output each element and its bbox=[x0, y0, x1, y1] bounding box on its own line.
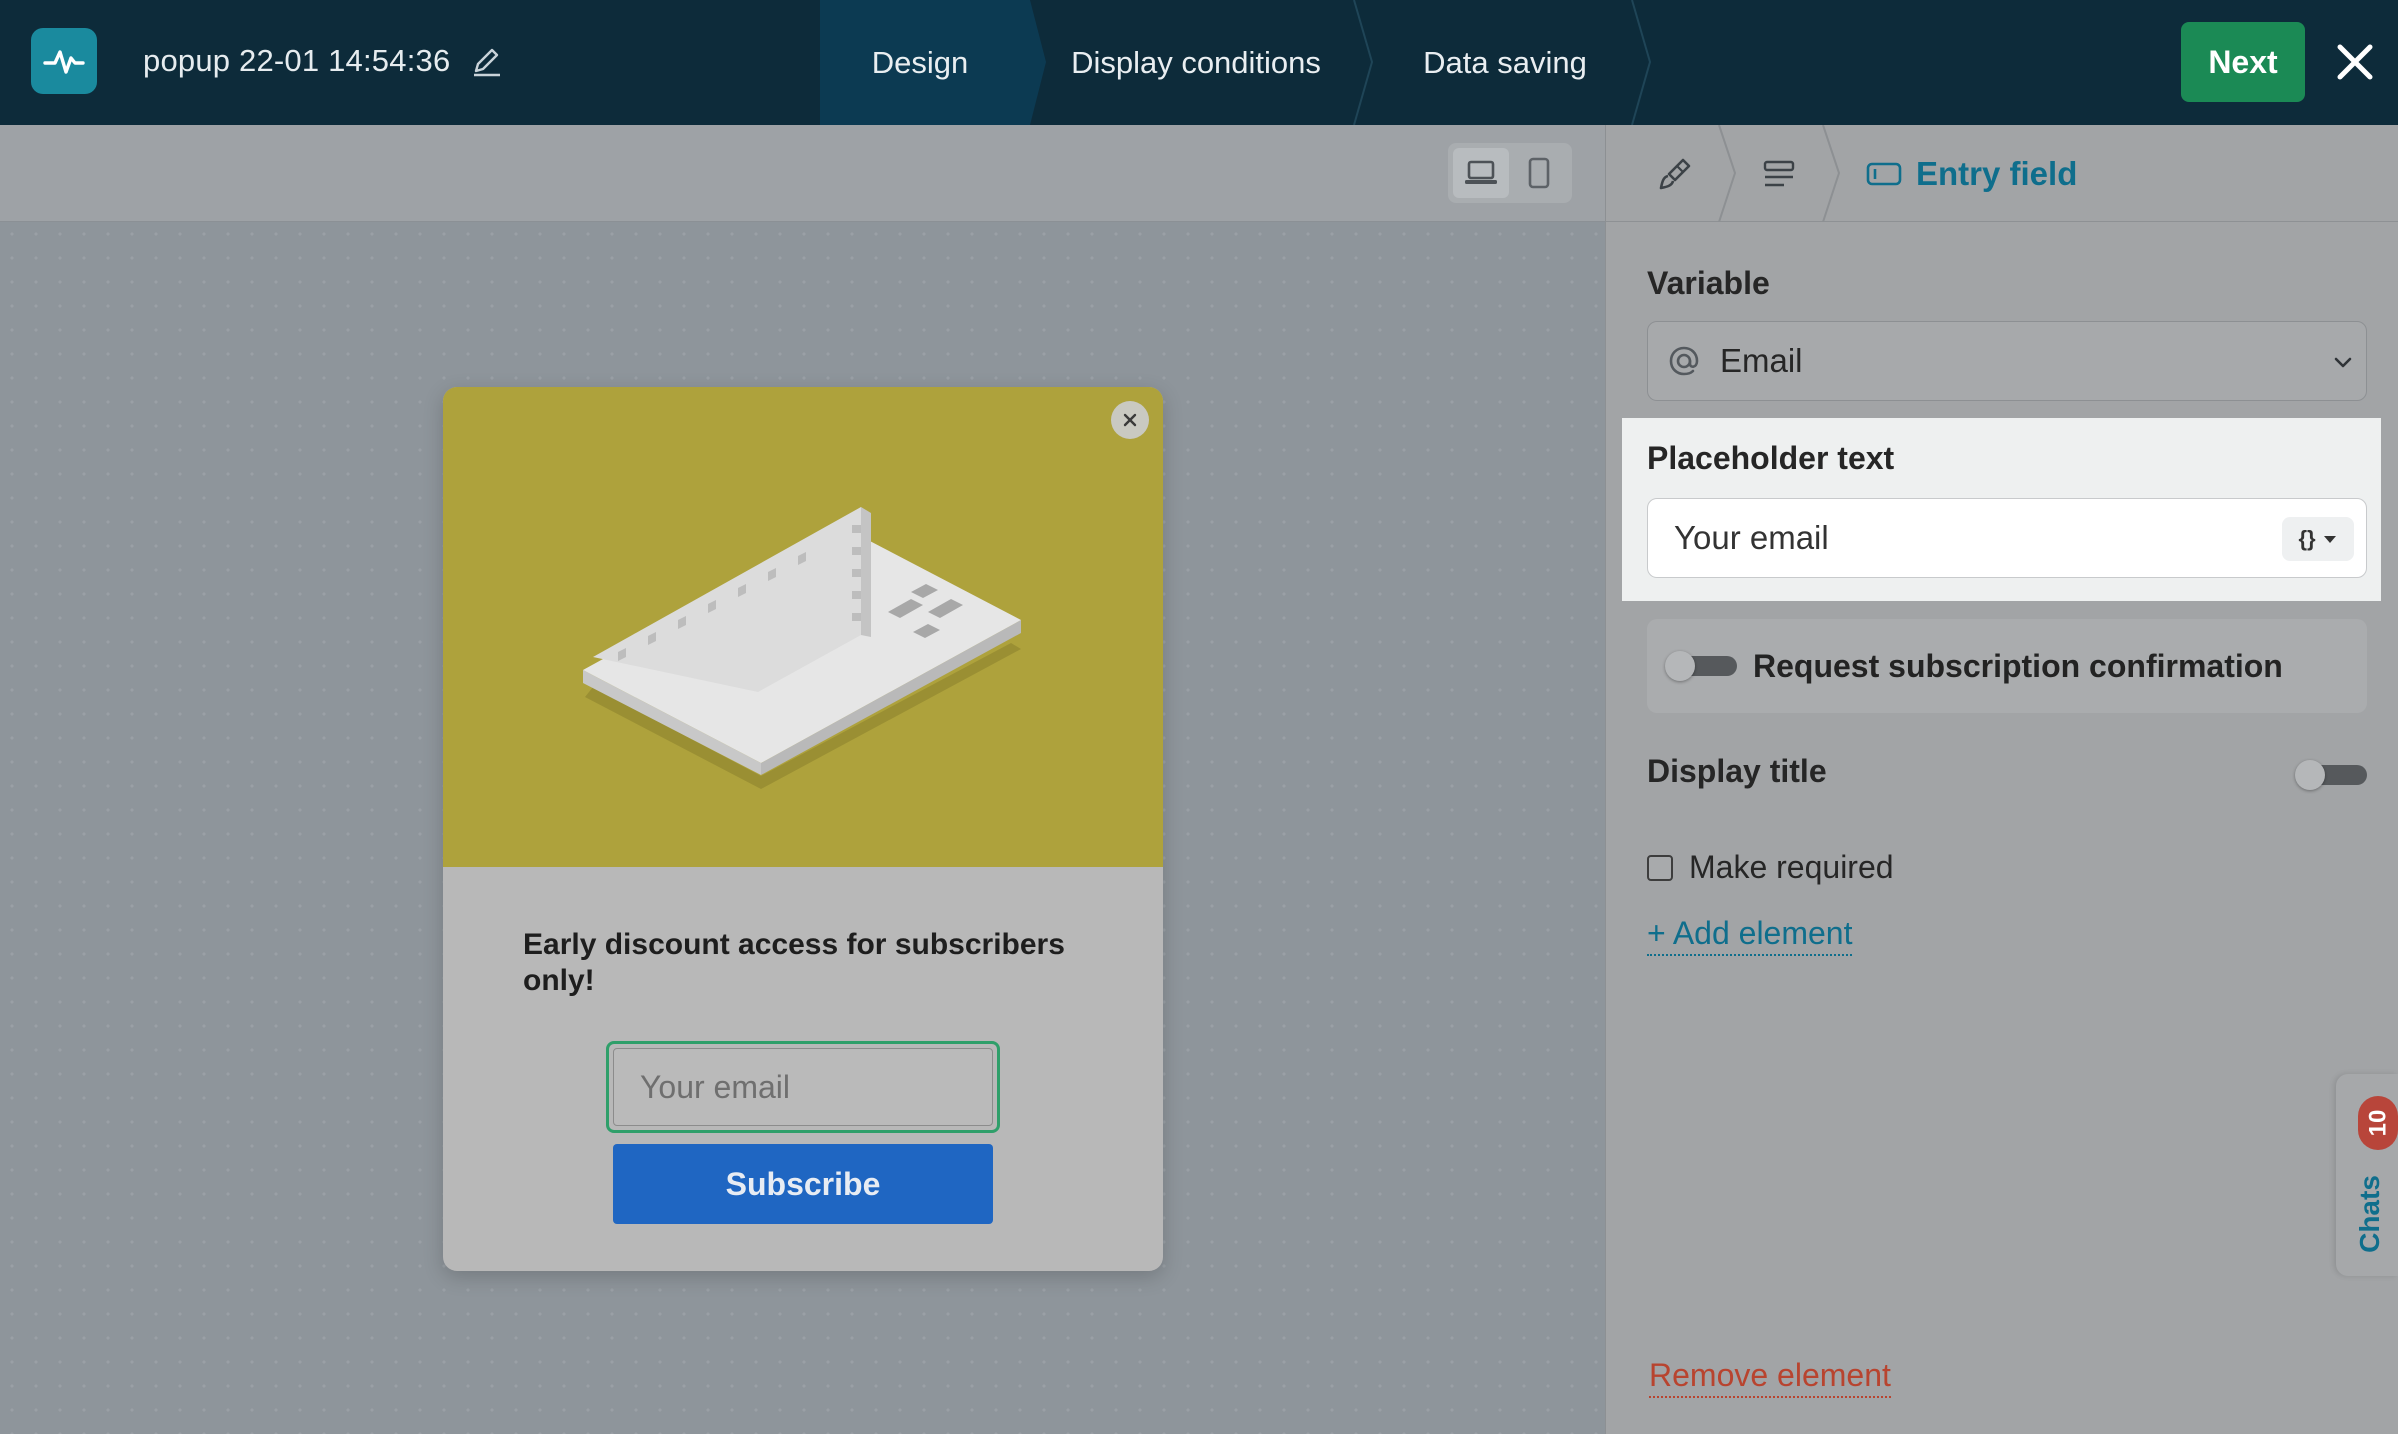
caret-down-icon bbox=[2323, 536, 2336, 543]
subscription-confirmation-card: Request subscription confirmation bbox=[1647, 619, 2367, 713]
step-separator bbox=[1631, 0, 1652, 125]
remove-element-link[interactable]: Remove element bbox=[1649, 1357, 1891, 1398]
tab-display-conditions[interactable]: Display conditions bbox=[1046, 0, 1346, 125]
add-element-link[interactable]: + Add element bbox=[1647, 915, 1853, 956]
device-switch bbox=[1448, 143, 1572, 203]
toggle-knob bbox=[1665, 651, 1695, 681]
placeholder-section: Placeholder text Your email {} bbox=[1622, 418, 2381, 601]
chats-count-badge: 10 bbox=[2358, 1096, 2398, 1150]
display-title-label: Display title bbox=[1647, 753, 1827, 789]
at-sign-icon bbox=[1669, 346, 1699, 376]
pencil-icon[interactable] bbox=[470, 44, 504, 78]
variable-select[interactable]: Email bbox=[1647, 321, 2367, 401]
chevron-down-icon bbox=[2334, 357, 2352, 368]
brush-icon[interactable] bbox=[1654, 153, 1696, 195]
subscribe-button[interactable]: Subscribe bbox=[613, 1144, 993, 1224]
step-separator bbox=[1353, 0, 1374, 125]
chats-tab[interactable]: 10 Chats bbox=[2336, 1074, 2398, 1276]
placeholder-input[interactable]: Your email {} bbox=[1647, 498, 2367, 578]
placeholder-label: Placeholder text bbox=[1647, 440, 1895, 476]
tab-data-saving[interactable]: Data saving bbox=[1380, 0, 1630, 125]
tab-data-saving-label: Data saving bbox=[1423, 44, 1587, 80]
subscription-confirmation-label: Request subscription confirmation bbox=[1753, 647, 2283, 684]
variable-select-value: Email bbox=[1720, 342, 1803, 379]
popup-preview[interactable]: Early discount access for subscribers on… bbox=[443, 387, 1163, 1271]
subscription-confirmation-toggle[interactable] bbox=[1665, 651, 1739, 681]
popup-email-input[interactable]: Your email bbox=[613, 1048, 993, 1126]
tab-design-label: Design bbox=[871, 44, 969, 80]
make-required-label: Make required bbox=[1689, 849, 1894, 885]
canvas-toolbar bbox=[0, 125, 1605, 222]
chats-label-text: Chats bbox=[2354, 1175, 2386, 1253]
breadcrumb-entry-field-label: Entry field bbox=[1916, 155, 2078, 192]
chats-label: Chats bbox=[2344, 1166, 2396, 1262]
next-button[interactable]: Next bbox=[2181, 22, 2305, 102]
step-separator bbox=[1020, 0, 1046, 125]
laptop-icon[interactable] bbox=[1453, 148, 1509, 198]
phone-icon[interactable] bbox=[1511, 148, 1567, 198]
breadcrumb-separator bbox=[1718, 125, 1737, 222]
chats-count: 10 bbox=[2363, 1109, 2391, 1137]
entry-field-icon bbox=[1866, 162, 1902, 186]
envelope-illustration bbox=[583, 507, 1021, 789]
top-bar: popup 22-01 14:54:36 Design Display cond… bbox=[0, 0, 2398, 125]
display-title-toggle[interactable] bbox=[2295, 760, 2369, 790]
close-icon[interactable] bbox=[2330, 32, 2380, 92]
popup-heading: Early discount access for subscribers on… bbox=[523, 928, 1065, 997]
popup-email-input-selected[interactable]: Your email bbox=[606, 1041, 1000, 1133]
breadcrumb: Entry field bbox=[1606, 125, 2398, 222]
make-required-checkbox[interactable] bbox=[1647, 854, 1673, 881]
breadcrumb-entry-field: Entry field bbox=[1866, 149, 2077, 199]
insert-variable-label: {} bbox=[2298, 526, 2316, 551]
settings-panel: Entry field Variable Email Placeholder t… bbox=[1605, 125, 2398, 1434]
variable-label: Variable bbox=[1647, 265, 1770, 301]
popup-close-icon[interactable] bbox=[1111, 401, 1149, 439]
form-icon[interactable] bbox=[1758, 153, 1800, 195]
toggle-knob bbox=[2295, 760, 2325, 790]
popup-hero-image bbox=[443, 387, 1163, 867]
breadcrumb-separator bbox=[1822, 125, 1841, 222]
tab-design[interactable]: Design bbox=[820, 0, 1020, 125]
document-title: popup 22-01 14:54:36 bbox=[143, 43, 451, 78]
tab-display-conditions-label: Display conditions bbox=[1071, 44, 1321, 80]
pulse-logo-icon[interactable] bbox=[31, 28, 97, 94]
make-required-row[interactable]: Make required bbox=[1647, 849, 1894, 886]
placeholder-input-value: Your email bbox=[1674, 519, 1829, 556]
insert-variable-button[interactable]: {} bbox=[2282, 517, 2354, 561]
